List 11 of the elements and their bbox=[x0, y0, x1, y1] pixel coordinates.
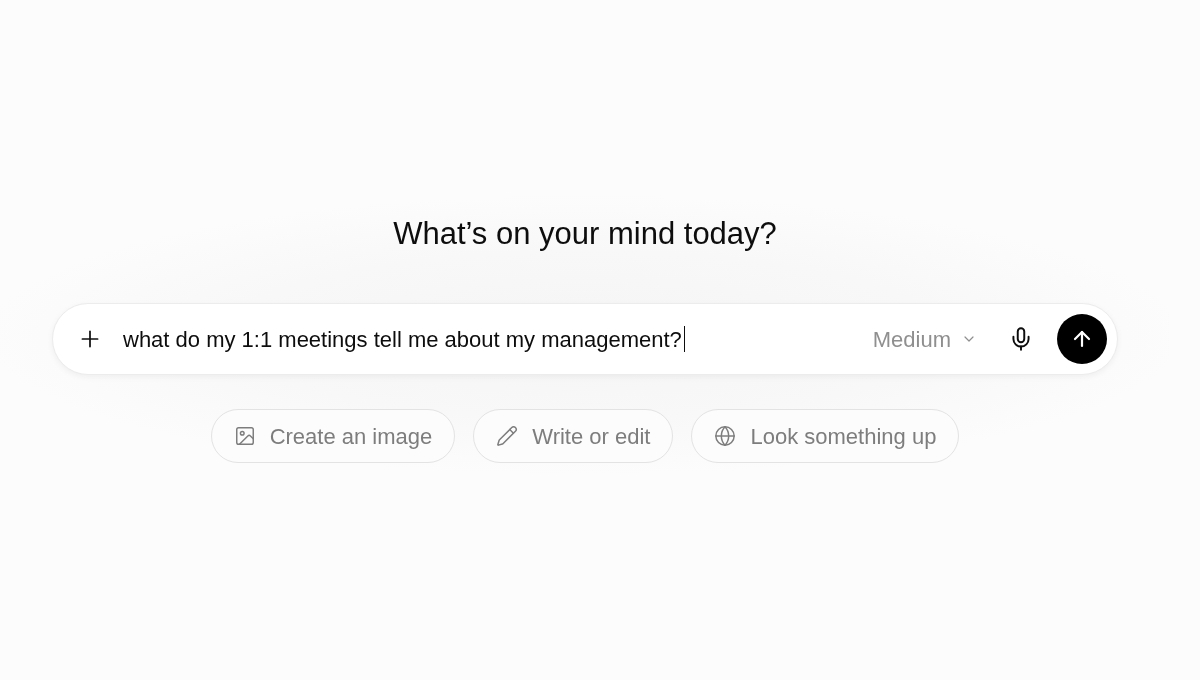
send-button[interactable] bbox=[1057, 314, 1107, 364]
pencil-icon bbox=[496, 425, 519, 447]
message-input[interactable]: what do my 1:1 meetings tell me about my management? bbox=[123, 319, 873, 359]
model-dropdown[interactable]: Medium bbox=[872, 322, 977, 356]
suggestion-chip[interactable]: Write or edit bbox=[473, 409, 674, 463]
suggestion-chip[interactable]: Look something up bbox=[691, 409, 960, 463]
globe-icon bbox=[714, 425, 737, 447]
image-icon bbox=[233, 425, 256, 447]
suggestion-chip[interactable]: Create an image bbox=[210, 409, 456, 463]
page-heading: What’s on your mind today? bbox=[393, 215, 777, 253]
text-cursor-icon bbox=[683, 326, 686, 352]
